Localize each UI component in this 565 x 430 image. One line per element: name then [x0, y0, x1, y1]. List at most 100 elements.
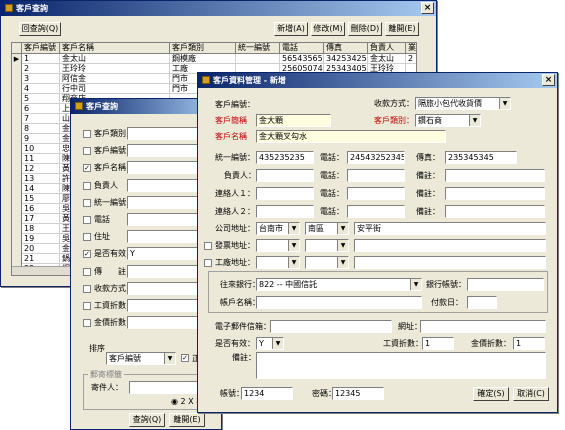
exit-button[interactable]: 離開(E)	[385, 22, 419, 36]
column-header[interactable]: 業	[406, 43, 416, 54]
search-field-checkbox[interactable]	[83, 216, 91, 224]
account-input[interactable]: 1234	[241, 387, 293, 400]
factory-address-checkbox[interactable]	[204, 259, 212, 267]
search-field-checkbox[interactable]	[83, 198, 91, 207]
row-selector[interactable]	[12, 174, 22, 184]
close-icon[interactable]: ×	[542, 74, 555, 86]
table-cell: 行中司	[60, 84, 170, 94]
row-selector[interactable]	[12, 134, 22, 144]
search-field-checkbox[interactable]	[83, 130, 91, 138]
contact1-input[interactable]	[256, 187, 314, 200]
column-header[interactable]: 客戶編號	[22, 43, 60, 54]
bank-account-input[interactable]	[467, 278, 544, 291]
contact2-note-input[interactable]	[445, 205, 545, 218]
contact2-phone-input[interactable]	[347, 205, 405, 218]
row-selector[interactable]	[12, 254, 22, 264]
search-field-checkbox[interactable]	[83, 284, 91, 293]
factory-district-select[interactable]	[305, 256, 349, 269]
table-row[interactable]: ▶ 1 金太山 鋼模廠 56543565 342534253 金太山 2	[12, 54, 416, 64]
row-selector[interactable]	[12, 114, 22, 124]
current-row-indicator[interactable]: ▶	[12, 54, 22, 64]
add-button[interactable]: 新增(A)	[274, 22, 308, 36]
phone-input[interactable]: 2454325234523	[347, 151, 405, 164]
close-icon[interactable]: ×	[421, 2, 434, 14]
labor-discount-input[interactable]: 1	[422, 337, 454, 350]
delete-button[interactable]: 刪除(D)	[348, 22, 382, 36]
sort-select[interactable]: 客戶編號	[106, 352, 176, 365]
search-window-title: 客戶查詢	[86, 102, 118, 111]
row-selector[interactable]	[12, 184, 22, 194]
sort-ascending-checkbox[interactable]: ✓	[181, 354, 189, 362]
fax-input[interactable]: 235345345	[445, 151, 517, 164]
company-district-select[interactable]: 南區	[305, 222, 349, 235]
contact2-input[interactable]	[256, 205, 314, 218]
contact1-note-input[interactable]	[445, 187, 545, 200]
email-input[interactable]	[270, 320, 392, 333]
owner-phone-input[interactable]	[347, 169, 405, 182]
row-selector[interactable]	[12, 74, 22, 84]
row-selector[interactable]	[12, 64, 22, 74]
row-selector[interactable]	[12, 164, 22, 174]
search-exit-button[interactable]: 離開(E)	[169, 413, 205, 427]
row-selector[interactable]	[12, 204, 22, 214]
row-selector[interactable]	[12, 224, 22, 234]
tax-id-input[interactable]: 435235235	[256, 151, 314, 164]
customer-type-select[interactable]: 鑽石商	[415, 114, 481, 127]
row-selector[interactable]	[12, 234, 22, 244]
factory-city-select[interactable]	[256, 256, 300, 269]
row-selector[interactable]	[12, 194, 22, 204]
row-selector[interactable]	[12, 84, 22, 94]
owner-note-input[interactable]	[445, 169, 545, 182]
column-header[interactable]: 統一編號	[236, 43, 280, 54]
pay-day-input[interactable]	[467, 296, 497, 309]
company-street-input[interactable]: 安平街	[354, 222, 546, 235]
invoice-city-select[interactable]	[256, 239, 300, 252]
account-name-input[interactable]	[256, 296, 422, 309]
active-label: 是否有效：	[215, 339, 255, 348]
invoice-street-input[interactable]	[354, 239, 546, 252]
active-select[interactable]: Y	[256, 337, 284, 350]
row-selector[interactable]	[12, 104, 22, 114]
invoice-district-select[interactable]	[305, 239, 349, 252]
password-input[interactable]: 12345	[332, 387, 384, 400]
owner-phone-label: 電話：	[320, 171, 344, 180]
row-selector[interactable]	[12, 244, 22, 254]
gold-discount-input[interactable]: 1	[513, 337, 545, 350]
table-cell: 鋼模廠	[170, 54, 236, 64]
column-header[interactable]: 客戶名稱	[60, 43, 170, 54]
payment-select[interactable]: 隔旅小包代收貨價	[415, 97, 511, 110]
search-field-checkbox[interactable]	[83, 302, 91, 310]
remark-textarea[interactable]	[256, 352, 546, 379]
search-field-checkbox[interactable]	[83, 233, 91, 242]
column-header[interactable]: 客戶類別	[170, 43, 236, 54]
row-selector[interactable]	[12, 214, 22, 224]
column-header[interactable]: 傳真	[324, 43, 368, 54]
factory-street-input[interactable]	[354, 256, 546, 269]
customer-short-name-input[interactable]: 金大顆	[256, 114, 331, 127]
sender-input[interactable]	[129, 381, 207, 394]
column-header[interactable]: 負責人	[368, 43, 406, 54]
row-selector[interactable]	[12, 154, 22, 164]
website-input[interactable]	[420, 320, 546, 333]
row-selector[interactable]	[12, 124, 22, 134]
invoice-address-checkbox[interactable]	[204, 242, 212, 250]
customer-full-name-input[interactable]: 金大顆叉勾水	[256, 130, 446, 143]
back-to-query-button[interactable]: 回查詢(Q)	[19, 22, 61, 36]
search-field-checkbox[interactable]	[83, 147, 91, 156]
search-field-checkbox[interactable]	[83, 319, 91, 328]
search-field-checkbox[interactable]: ✓	[83, 250, 91, 259]
ok-button[interactable]: 確定(S)	[473, 387, 509, 401]
bank-select[interactable]: 822 -- 中國信託	[256, 278, 422, 291]
search-field-checkbox[interactable]	[83, 181, 91, 190]
contact1-phone-input[interactable]	[347, 187, 405, 200]
edit-button[interactable]: 修改(M)	[311, 22, 345, 36]
column-header[interactable]: 電話	[280, 43, 324, 54]
owner-input[interactable]	[256, 169, 314, 182]
cancel-button[interactable]: 取消(C)	[513, 387, 549, 401]
search-field-checkbox[interactable]: ✓	[83, 164, 91, 173]
row-selector[interactable]	[12, 94, 22, 104]
company-city-select[interactable]: 台南市	[256, 222, 300, 235]
search-field-checkbox[interactable]	[83, 267, 91, 276]
search-query-button[interactable]: 查詢(Q)	[129, 413, 165, 427]
row-selector[interactable]	[12, 144, 22, 154]
